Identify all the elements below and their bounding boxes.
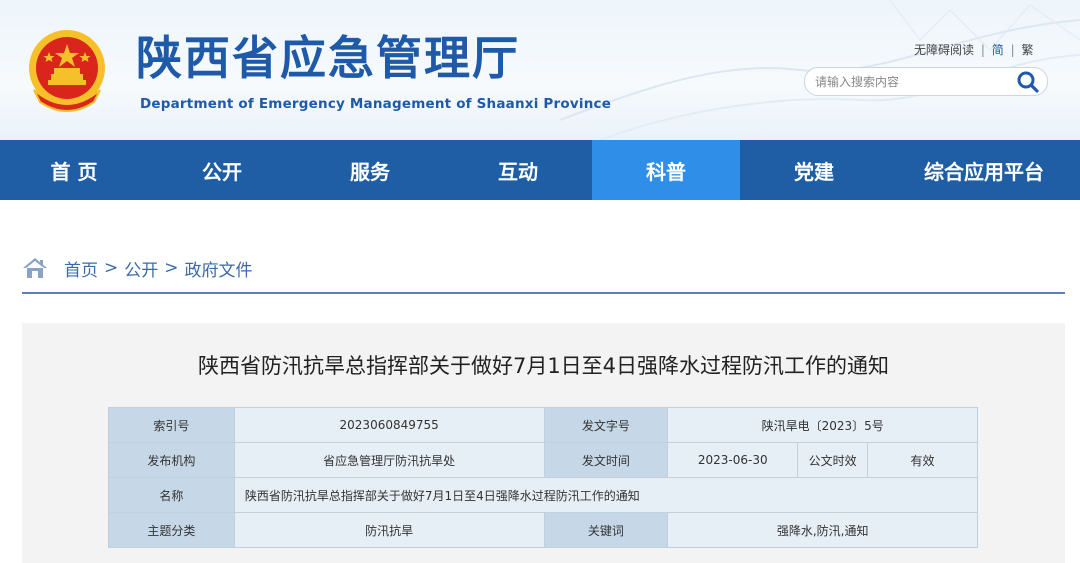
nav-item-science[interactable]: 科普 (592, 140, 740, 200)
site-subtitle: Department of Emergency Management of Sh… (140, 96, 612, 112)
simplified-chinese-link[interactable]: 简 (992, 43, 1004, 57)
nav-item-party[interactable]: 党建 (740, 140, 888, 200)
article-title: 陕西省防汛抗旱总指挥部关于做好7月1日至4日强降水过程防汛工作的通知 (197, 354, 890, 378)
nav-item-interaction[interactable]: 互动 (444, 140, 592, 200)
effect-value: 有效 (867, 442, 978, 478)
article-panel: 陕西省防汛抗旱总指挥部关于做好7月1日至4日强降水过程防汛工作的通知 索引号 2… (22, 323, 1065, 563)
table-row: 发布机构 省应急管理厅防汛抗旱处 发文时间 2023-06-30 公文时效 有效 (108, 442, 978, 478)
tools-separator: | (1010, 43, 1015, 57)
date-label: 发文时间 (543, 442, 669, 478)
index-label: 索引号 (108, 407, 235, 443)
traditional-chinese-link[interactable]: 繁 (1021, 43, 1033, 57)
main-nav: 首 页 公开 服务 互动 科普 党建 综合应用平台 (0, 140, 1080, 200)
header-tools: 无障碍阅读 | 简 | 繁 (914, 41, 1033, 58)
index-value: 2023060849755 (233, 407, 545, 443)
breadcrumb-home[interactable]: 首页 (64, 256, 98, 281)
doc-no-value: 陕汛旱电〔2023〕5号 (667, 407, 978, 443)
topic-label: 主题分类 (108, 512, 235, 548)
table-row: 名称 陕西省防汛抗旱总指挥部关于做好7月1日至4日强降水过程防汛工作的通知 (108, 477, 979, 513)
nav-item-public[interactable]: 公开 (148, 140, 296, 200)
effect-label: 公文时效 (797, 442, 869, 478)
breadcrumb-separator: > (104, 258, 119, 278)
keywords-value: 强降水,防汛,通知 (667, 512, 978, 548)
date-value: 2023-06-30 (667, 442, 799, 478)
name-value: 陕西省防汛抗旱总指挥部关于做好7月1日至4日强降水过程防汛工作的通知 (233, 477, 979, 513)
search-input[interactable] (815, 72, 1005, 92)
breadcrumb-separator: > (164, 258, 179, 278)
breadcrumb-gov-docs[interactable]: 政府文件 (185, 256, 253, 281)
topic-value: 防汛抗旱 (233, 512, 545, 548)
table-row: 主题分类 防汛抗旱 关键词 强降水,防汛,通知 (108, 512, 978, 548)
issuer-label: 发布机构 (108, 442, 235, 478)
search-icon[interactable] (1015, 70, 1041, 94)
tools-separator: | (980, 43, 985, 57)
site-title: 陕西省应急管理厅 (136, 31, 520, 85)
home-icon (23, 258, 47, 278)
breadcrumb-public[interactable]: 公开 (124, 256, 158, 281)
doc-no-label: 发文字号 (543, 407, 669, 443)
nav-item-service[interactable]: 服务 (296, 140, 444, 200)
nav-item-home[interactable]: 首 页 (0, 140, 148, 200)
breadcrumb: 首页 > 公开 > 政府文件 (22, 254, 253, 282)
issuer-value: 省应急管理厅防汛抗旱处 (233, 442, 545, 478)
keywords-label: 关键词 (543, 512, 669, 548)
breadcrumb-divider (22, 292, 1065, 294)
name-label: 名称 (108, 477, 235, 513)
document-meta-table: 索引号 2023060849755 发文字号 陕汛旱电〔2023〕5号 发布机构… (108, 407, 979, 548)
accessibility-link[interactable]: 无障碍阅读 (914, 43, 974, 57)
search-box (804, 67, 1048, 96)
site-header: 陕西省应急管理厅 Department of Emergency Managem… (0, 0, 1080, 140)
national-emblem-icon (29, 30, 105, 112)
nav-item-platform[interactable]: 综合应用平台 (888, 140, 1080, 200)
table-row: 索引号 2023060849755 发文字号 陕汛旱电〔2023〕5号 (108, 407, 978, 443)
